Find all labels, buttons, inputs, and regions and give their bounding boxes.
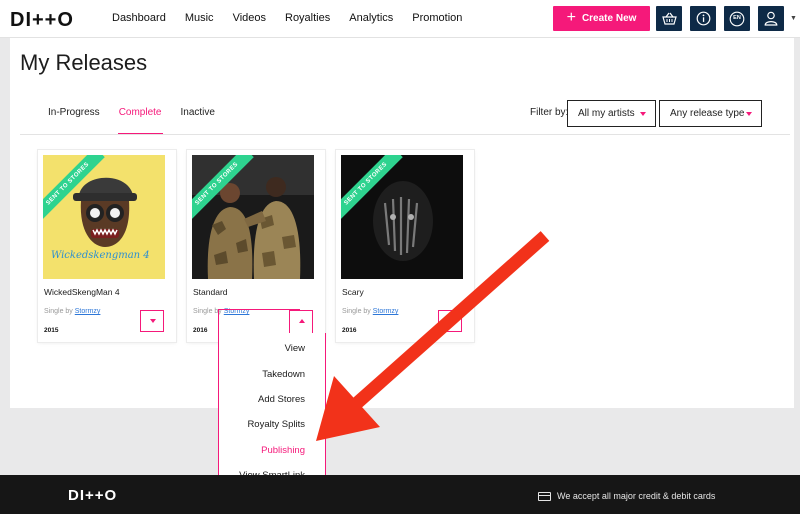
release-artist-line: Single by Stormzy [342, 308, 398, 315]
payment-note: We accept all major credit & debit cards [538, 491, 715, 501]
create-new-label: Create New [581, 13, 637, 24]
tab-complete[interactable]: Complete [117, 107, 163, 135]
menu-item-takedown[interactable]: Takedown [262, 369, 305, 380]
account-button[interactable] [758, 6, 784, 31]
chevron-down-icon [640, 112, 646, 116]
release-type: Single by [342, 308, 371, 315]
footer-logo[interactable]: DI++O [68, 487, 117, 504]
filter-label: Filter by: [530, 107, 569, 118]
release-type: Single by [44, 308, 73, 315]
menu-border [218, 309, 300, 310]
main-nav: Dashboard Music Videos Royalties Analyti… [112, 12, 481, 24]
release-actions-menu: View Takedown Add Stores Royalty Splits … [218, 333, 326, 491]
release-menu-button[interactable] [140, 310, 164, 332]
account-caret-icon[interactable]: ▼ [790, 15, 797, 22]
nav-dashboard[interactable]: Dashboard [112, 12, 166, 24]
nav-analytics[interactable]: Analytics [349, 12, 393, 24]
release-title[interactable]: Standard [193, 287, 228, 297]
release-card[interactable]: SENT TO STORES Scary Single by Stormzy 2… [336, 150, 474, 342]
artist-link[interactable]: Stormzy [75, 308, 101, 315]
release-cover-art[interactable]: SENT TO STORES [341, 155, 463, 279]
chevron-up-icon [299, 319, 305, 323]
plus-icon: + [566, 8, 576, 26]
release-cover-art[interactable]: SENT TO STORES [192, 155, 314, 279]
release-artist-line: Single by Stormzy [44, 308, 100, 315]
credit-card-icon [538, 491, 551, 501]
tabs-divider [20, 134, 790, 135]
release-year: 2016 [193, 327, 208, 334]
release-card[interactable]: SENT TO STORES Standard Single by Stormz… [187, 150, 325, 342]
cover-artwork-wickedskengman: Wickedskengman 4 [43, 155, 165, 279]
chevron-down-icon [746, 112, 752, 116]
release-title[interactable]: WickedSkengMan 4 [44, 287, 120, 297]
nav-promotion[interactable]: Promotion [412, 12, 462, 24]
artist-filter-select[interactable]: All my artists [567, 100, 656, 127]
chevron-down-icon [150, 319, 156, 323]
release-year: 2015 [44, 327, 59, 334]
artist-link[interactable]: Stormzy [373, 308, 399, 315]
footer: DI++O We accept all major credit & debit… [0, 475, 800, 514]
user-icon [764, 11, 778, 26]
nav-music[interactable]: Music [185, 12, 214, 24]
payment-note-text: We accept all major credit & debit cards [557, 491, 716, 501]
create-new-button[interactable]: + Create New [553, 6, 650, 31]
menu-item-view[interactable]: View [285, 343, 305, 354]
basket-button[interactable] [656, 6, 682, 31]
top-navigation: DI++O Dashboard Music Videos Royalties A… [0, 0, 800, 38]
cover-title-text: Wickedskengman 4 [51, 250, 150, 261]
menu-border [218, 309, 219, 333]
release-title[interactable]: Scary [342, 287, 364, 297]
release-tabs: In-Progress Complete Inactive [48, 107, 234, 135]
chevron-down-icon [448, 319, 454, 323]
ditto-logo[interactable]: DI++O [10, 9, 74, 32]
menu-item-publishing[interactable]: Publishing [261, 445, 305, 456]
nav-royalties[interactable]: Royalties [285, 12, 330, 24]
page-title: My Releases [20, 50, 148, 75]
release-cover-art[interactable]: Wickedskengman 4 SENT TO STORES [43, 155, 165, 279]
language-code: EN [733, 15, 741, 21]
cover-artwork-standard [192, 155, 314, 279]
info-icon [696, 11, 710, 26]
info-button[interactable] [690, 6, 716, 31]
menu-item-add-stores[interactable]: Add Stores [258, 394, 305, 405]
release-year: 2016 [342, 327, 357, 334]
artist-filter-value: All my artists [578, 108, 635, 119]
release-type-select[interactable]: Any release type [659, 100, 762, 127]
cover-artwork-scary [341, 155, 463, 279]
release-card[interactable]: Wickedskengman 4 SENT TO STORES WickedSk… [38, 150, 176, 342]
language-button[interactable]: EN [724, 6, 750, 31]
release-type-value: Any release type [670, 108, 745, 119]
menu-item-royalty-splits[interactable]: Royalty Splits [247, 419, 305, 430]
tab-in-progress[interactable]: In-Progress [48, 107, 100, 118]
release-menu-button[interactable] [289, 310, 313, 333]
release-menu-button[interactable] [438, 310, 462, 332]
tab-inactive[interactable]: Inactive [181, 107, 215, 118]
nav-videos[interactable]: Videos [233, 12, 266, 24]
basket-icon [661, 12, 677, 25]
